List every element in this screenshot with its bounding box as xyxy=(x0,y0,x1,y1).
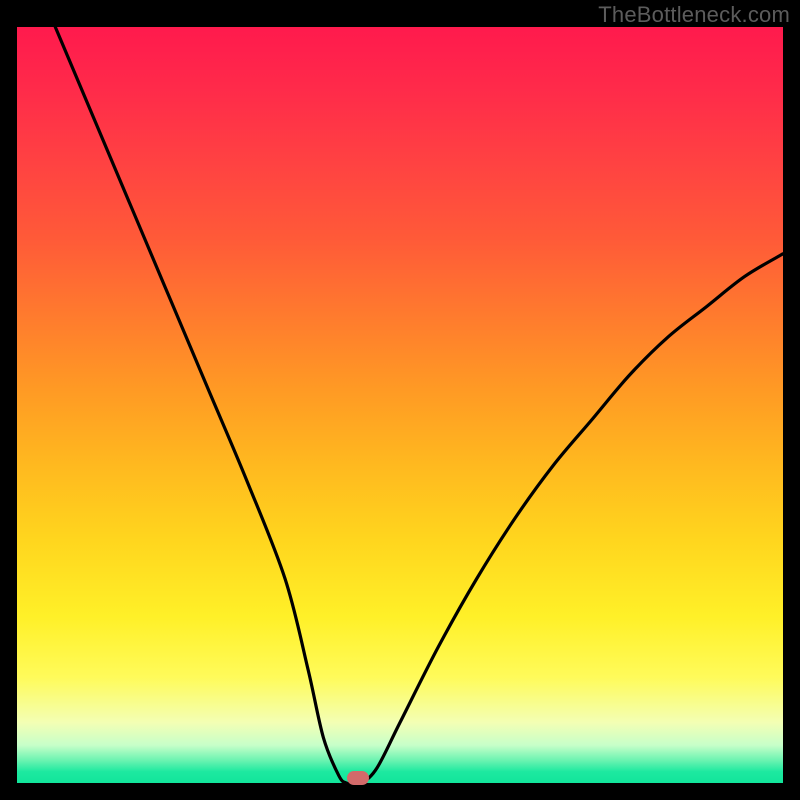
chart-frame: TheBottleneck.com xyxy=(0,0,800,800)
curve-svg xyxy=(17,27,783,783)
plot-area xyxy=(17,27,783,783)
bottleneck-curve xyxy=(55,27,783,783)
watermark-text: TheBottleneck.com xyxy=(598,2,790,28)
optimum-marker xyxy=(347,771,369,785)
